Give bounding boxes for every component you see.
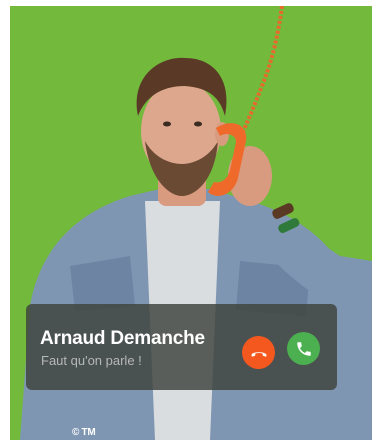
call-subtitle: Faut qu'on parle ! bbox=[41, 353, 142, 368]
incoming-call-card: Arnaud Demanche Faut qu'on parle ! bbox=[26, 304, 337, 390]
accept-call-button[interactable] bbox=[287, 332, 320, 365]
phone-hangup-icon bbox=[251, 351, 266, 357]
ad-image: Arnaud Demanche Faut qu'on parle ! bbox=[10, 6, 372, 440]
copyright-notice: © TM bbox=[72, 427, 96, 438]
caller-name: Arnaud Demanche bbox=[40, 328, 205, 349]
decline-call-button[interactable] bbox=[242, 336, 275, 369]
phone-icon bbox=[296, 341, 311, 356]
